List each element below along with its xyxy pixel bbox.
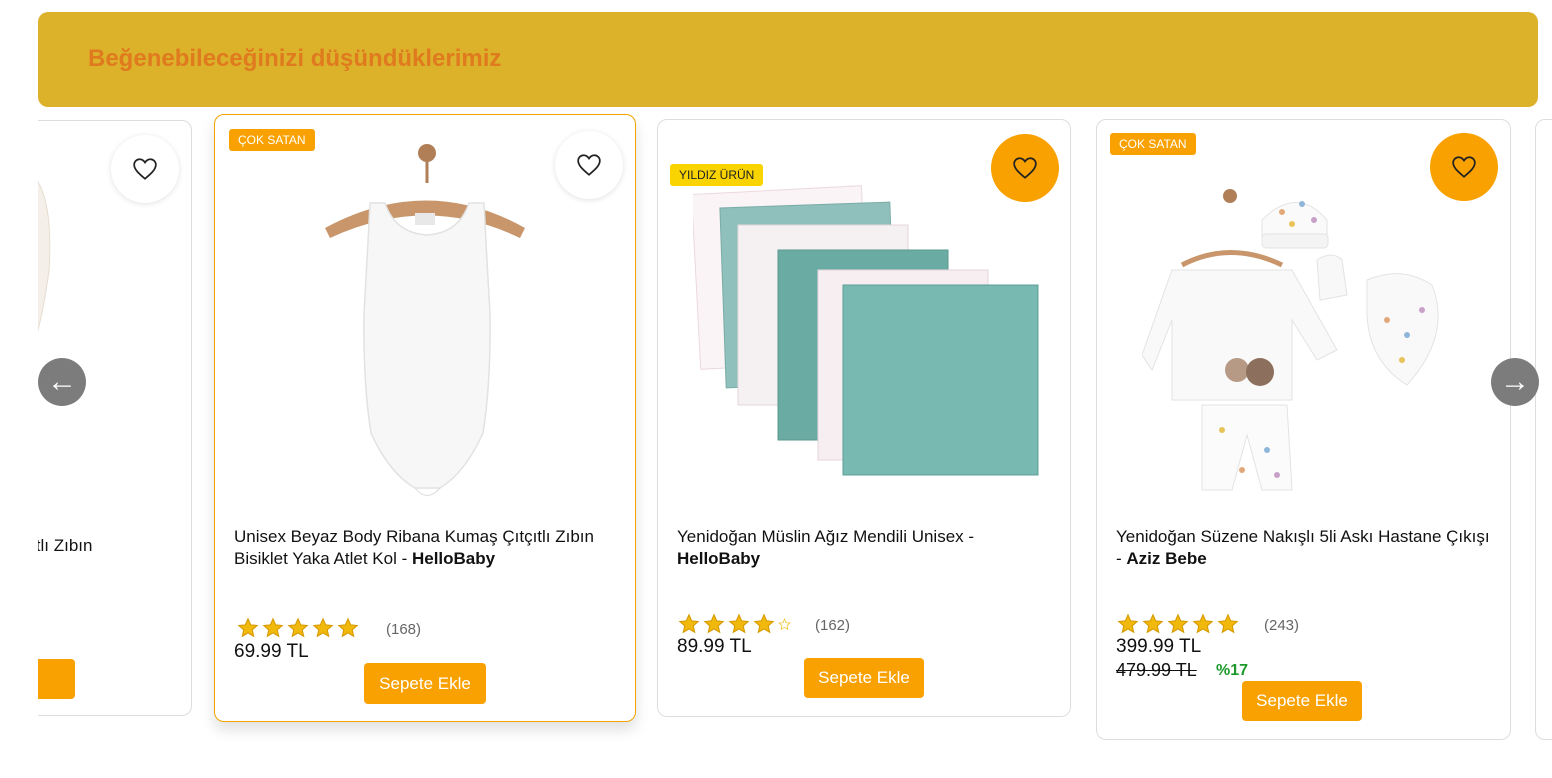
product-price: 89.99 TL (677, 636, 752, 657)
section-title: Beğenebileceğinizi düşündüklerimiz (88, 45, 502, 72)
star-empty-icon (778, 617, 791, 630)
star-filled-icon (703, 613, 725, 634)
discount-percent: %17 (1216, 662, 1249, 679)
best-seller-badge: ÇOK SATAN (1110, 133, 1196, 155)
product-card[interactable]: ÇOK SATAN Unisex Beyaz Body Ribana Kumaş… (214, 114, 636, 722)
product-title-partial[interactable]: maş Çıtçıtlı Zıbın y (38, 535, 92, 579)
product-carousel: maş Çıtçıtlı Zıbın y ÇOK SATAN Unisex Be… (38, 110, 1552, 778)
star-filled-icon (287, 617, 309, 638)
product-card[interactable]: YILDIZ ÜRÜN Yenidoğan Müslin Ağız Mendil… (657, 119, 1071, 717)
rating-stars (678, 613, 791, 635)
review-count: (243) (1264, 617, 1300, 634)
favorite-button[interactable] (555, 131, 623, 199)
heart-icon (1013, 157, 1037, 179)
star-filled-icon (1142, 613, 1164, 634)
product-card-partial[interactable]: maş Çıtçıtlı Zıbın y (38, 120, 192, 716)
carousel-prev-button[interactable]: ← (38, 358, 86, 406)
product-brand: Aziz Bebe (1126, 549, 1207, 568)
star-filled-icon (1192, 613, 1214, 634)
add-to-cart-button[interactable]: Sepete Ekle (804, 658, 924, 698)
product-image (325, 144, 525, 496)
heart-icon (577, 154, 601, 176)
product-price: 399.99 TL (1116, 636, 1202, 657)
star-filled-icon (237, 617, 259, 638)
review-count: (162) (815, 617, 851, 634)
product-image (693, 185, 1039, 476)
carousel-next-button[interactable]: → (1491, 358, 1539, 406)
product-image-partial (38, 180, 51, 332)
rating-stars (1117, 613, 1239, 635)
star-filled-icon (1117, 613, 1139, 634)
star-filled-icon (262, 617, 284, 638)
product-title[interactable]: Yenidoğan Müslin Ağız Mendili Unisex - H… (677, 526, 1057, 570)
star-filled-icon (1167, 613, 1189, 634)
old-price: 479.99 TL (1116, 660, 1197, 680)
heart-icon (133, 158, 157, 180)
product-card-next-partial[interactable] (1535, 119, 1552, 740)
recommendations-banner: Beğenebileceğinizi düşündüklerimiz (38, 12, 1538, 107)
product-card[interactable]: ÇOK SATAN Yenidoğan Süzene Nakışlı 5li A… (1096, 119, 1511, 740)
product-brand: HelloBaby (411, 549, 496, 568)
product-title[interactable]: Unisex Beyaz Body Ribana Kumaş Çıtçıtlı … (234, 526, 624, 570)
review-count: (168) (386, 621, 422, 638)
best-seller-badge: ÇOK SATAN (229, 129, 315, 151)
rating-stars (237, 617, 359, 639)
product-title[interactable]: Yenidoğan Süzene Nakışlı 5li Askı Hastan… (1116, 526, 1496, 570)
star-filled-icon (753, 613, 775, 634)
star-filled-icon (312, 617, 334, 638)
add-to-cart-button[interactable]: Sepete Ekle (364, 663, 486, 704)
star-filled-icon (728, 613, 750, 634)
product-price: 69.99 TL (234, 641, 309, 662)
star-filled-icon (337, 617, 359, 638)
add-to-cart-button-partial[interactable] (38, 659, 75, 699)
star-filled-icon (1217, 613, 1239, 634)
favorite-button[interactable] (111, 135, 179, 203)
product-image (1142, 189, 1439, 491)
add-to-cart-button[interactable]: Sepete Ekle (1242, 681, 1362, 721)
star-filled-icon (678, 613, 700, 634)
product-brand: HelloBaby (677, 549, 761, 568)
